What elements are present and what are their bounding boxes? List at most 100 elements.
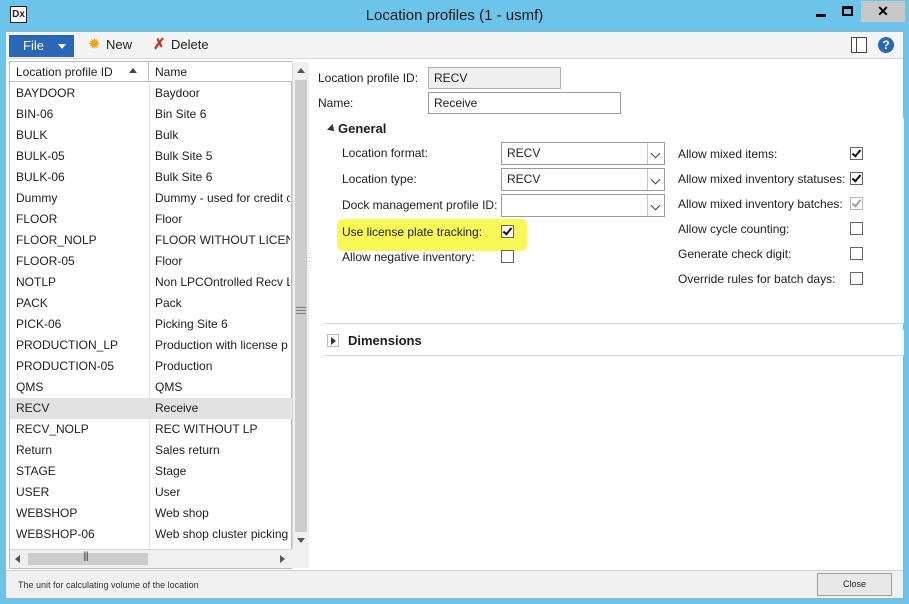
table-row[interactable]: STAGE Stage xyxy=(10,461,292,482)
column-header-profile-id[interactable]: Location profile ID xyxy=(10,62,149,82)
table-row[interactable]: FLOOR Floor xyxy=(10,209,292,230)
expand-icon xyxy=(327,334,339,347)
help-icon[interactable]: ? xyxy=(878,37,894,53)
grip-icon: ||| xyxy=(83,551,89,562)
table-row[interactable]: PICK-06 Picking Site 6 xyxy=(10,314,292,335)
location-format-value: RECV xyxy=(507,146,541,160)
general-fasttab-header[interactable]: General xyxy=(324,118,444,140)
table-row[interactable]: NOTLP Non LPCOntrolled Recv L xyxy=(10,272,292,293)
table-row[interactable]: RECV_NOLP REC WITHOUT LP xyxy=(10,419,292,440)
scroll-thumb[interactable]: — — — xyxy=(295,80,307,532)
cell-name: Sales return xyxy=(155,443,220,457)
file-menu-button[interactable]: File xyxy=(9,35,74,57)
horizontal-scrollbar[interactable]: ||| xyxy=(10,549,292,568)
cycle-counting-checkbox[interactable] xyxy=(850,222,863,235)
profile-id-field: RECV xyxy=(428,67,561,89)
dimensions-fasttab: Dimensions xyxy=(324,330,904,356)
location-type-value: RECV xyxy=(507,172,541,186)
table-row[interactable]: RECV Receive xyxy=(10,398,292,419)
cell-name: Non LPCOntrolled Recv L xyxy=(155,275,290,289)
table-row[interactable]: BAYDOOR Baydoor xyxy=(10,83,292,104)
table-row[interactable]: WEBSHOP-06 Web shop cluster picking xyxy=(10,524,292,545)
cell-profile-id: FLOOR_NOLP xyxy=(16,233,97,247)
scroll-down-icon[interactable] xyxy=(297,538,305,543)
table-row[interactable]: PRODUCTION-05 Production xyxy=(10,356,292,377)
chevron-down-icon[interactable] xyxy=(647,169,664,190)
cell-name: Bulk Site 5 xyxy=(155,149,213,163)
close-window-button[interactable]: ✕ xyxy=(861,1,905,22)
table-row[interactable]: WEBSHOP Web shop xyxy=(10,503,292,524)
status-help-text: The unit for calculating volume of the l… xyxy=(18,580,199,590)
neg-inventory-checkbox[interactable] xyxy=(501,250,514,263)
table-row[interactable]: BULK-05 Bulk Site 5 xyxy=(10,146,292,167)
cell-profile-id: USER xyxy=(16,485,50,499)
new-record-icon: ✹ xyxy=(88,36,101,53)
delete-icon: ✗ xyxy=(153,36,166,53)
override-batch-checkbox[interactable] xyxy=(850,272,863,285)
pane-splitter[interactable]: · · · · xyxy=(307,250,313,272)
check-digit-checkbox[interactable] xyxy=(850,247,863,260)
cell-profile-id: RECV xyxy=(16,401,50,415)
new-button[interactable]: ✹ New xyxy=(88,36,132,56)
ribbon-toolbar: File ✹ New ✗ Delete ? xyxy=(6,32,903,59)
table-row[interactable]: PRODUCTION_LP Production with license p xyxy=(10,335,292,356)
location-type-combo[interactable]: RECV xyxy=(501,168,665,191)
table-row[interactable]: PACK Pack xyxy=(10,293,292,314)
form-body: File ✹ New ✗ Delete ? Location profile ID … xyxy=(5,31,904,599)
table-row[interactable]: Dummy Dummy - used for credit c xyxy=(10,188,292,209)
vertical-scrollbar[interactable]: — — — xyxy=(292,62,309,549)
cell-name: QMS xyxy=(155,380,183,394)
table-row[interactable]: FLOOR_NOLP FLOOR WITHOUT LICENS xyxy=(10,230,292,251)
general-title: General xyxy=(338,121,387,136)
dock-profile-label: Dock management profile ID: xyxy=(342,198,498,212)
scroll-left-icon[interactable] xyxy=(15,555,20,563)
cell-profile-id: RECV_NOLP xyxy=(16,422,89,436)
cell-profile-id: Return xyxy=(16,443,53,457)
neg-inventory-label: Allow negative inventory: xyxy=(342,250,475,264)
mixed-status-label: Allow mixed inventory statuses: xyxy=(678,172,846,186)
minimize-icon xyxy=(816,13,826,17)
cell-name: Bulk xyxy=(155,128,179,142)
minimize-button[interactable] xyxy=(808,1,834,22)
dimensions-fasttab-header[interactable]: Dimensions xyxy=(324,330,444,352)
cell-name: Floor xyxy=(155,254,183,268)
cell-profile-id: WEBSHOP-06 xyxy=(16,527,95,541)
checkmark-icon xyxy=(851,172,862,183)
table-row[interactable]: BULK Bulk xyxy=(10,125,292,146)
cell-name: Production xyxy=(155,359,213,373)
table-row[interactable]: Return Sales return xyxy=(10,440,292,461)
close-icon: ✕ xyxy=(877,3,889,19)
column-header-label: Location profile ID xyxy=(16,65,113,79)
chevron-down-icon[interactable] xyxy=(647,143,664,164)
location-format-label: Location format: xyxy=(342,146,429,160)
scroll-right-icon[interactable] xyxy=(280,555,285,563)
cell-profile-id: PACK xyxy=(16,296,48,310)
close-button[interactable]: Close xyxy=(817,573,892,596)
table-row[interactable]: QMS QMS xyxy=(10,377,292,398)
scroll-up-icon[interactable] xyxy=(297,68,305,73)
mixed-batches-label: Allow mixed inventory batches: xyxy=(678,197,843,211)
maximize-button[interactable] xyxy=(834,1,860,22)
dock-profile-combo[interactable] xyxy=(501,194,665,217)
mixed-status-checkbox[interactable] xyxy=(850,172,863,185)
table-row[interactable]: BIN-06 Bin Site 6 xyxy=(10,104,292,125)
table-row[interactable]: BULK-06 Bulk Site 6 xyxy=(10,167,292,188)
cell-name: FLOOR WITHOUT LICENS xyxy=(155,233,290,247)
scroll-thumb[interactable]: ||| xyxy=(28,551,148,565)
cell-name: Bin Site 6 xyxy=(155,107,207,121)
collapse-icon xyxy=(327,124,337,134)
table-row[interactable]: USER User xyxy=(10,482,292,503)
cell-name: REC WITHOUT LP xyxy=(155,422,258,436)
cell-name: Web shop cluster picking xyxy=(155,527,289,541)
chevron-down-icon[interactable] xyxy=(647,195,664,216)
mixed-items-checkbox[interactable] xyxy=(850,147,863,160)
delete-button[interactable]: ✗ Delete xyxy=(153,36,209,56)
table-row[interactable]: FLOOR-05 Floor xyxy=(10,251,292,272)
layout-icon[interactable] xyxy=(851,37,867,53)
column-header-name[interactable]: Name xyxy=(149,62,292,82)
cell-profile-id: BULK xyxy=(16,128,48,142)
lp-tracking-checkbox[interactable] xyxy=(501,225,514,238)
name-field[interactable]: Receive xyxy=(428,92,621,114)
location-type-label: Location type: xyxy=(342,172,417,186)
location-format-combo[interactable]: RECV xyxy=(501,142,665,165)
